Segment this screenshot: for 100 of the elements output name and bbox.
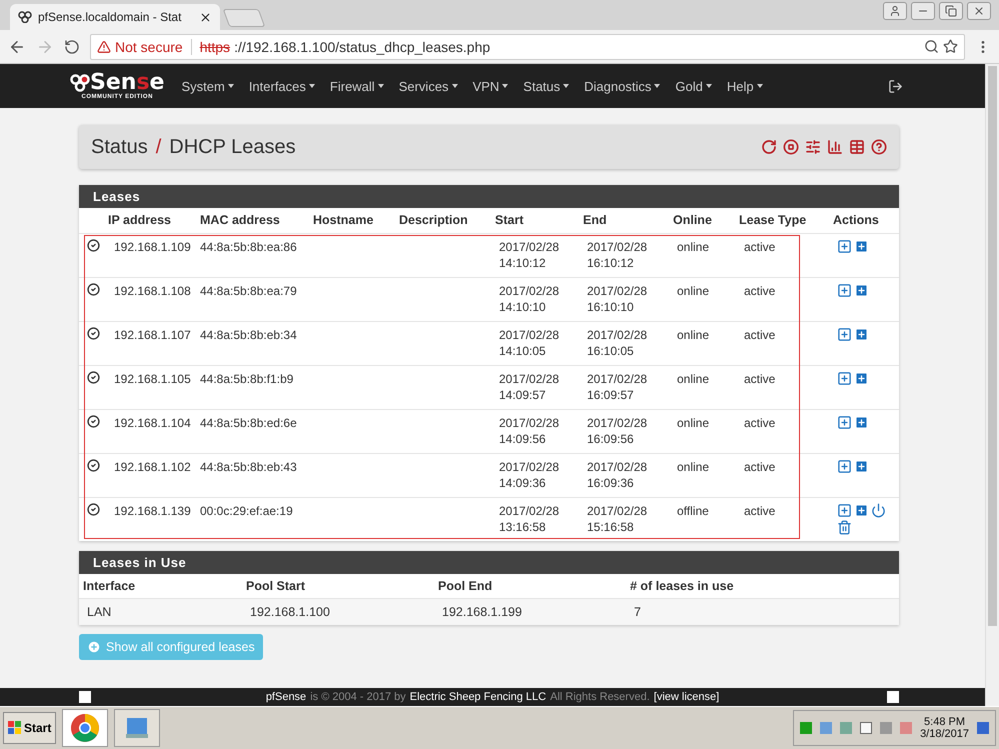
table-cell-text: 2017/02/28 16:09:57 <box>587 371 648 403</box>
table-cell: active <box>744 240 776 254</box>
table-cell: active <box>744 284 776 298</box>
plus-square-filled-icon[interactable] <box>854 239 869 254</box>
logo-icon <box>18 11 32 23</box>
sliders-icon[interactable] <box>805 139 821 155</box>
column-header: Interface <box>82 578 136 595</box>
column-header: End <box>583 212 608 229</box>
plus-square-filled-icon[interactable] <box>854 327 869 342</box>
table-icon[interactable] <box>849 139 865 155</box>
plus-square-icon[interactable] <box>837 503 852 518</box>
star-icon[interactable] <box>943 39 958 54</box>
power-icon[interactable] <box>871 503 886 518</box>
warning-icon <box>97 40 111 54</box>
table-cell: 44:8a:5b:8b:eb:43 <box>200 453 313 497</box>
table-cell: online <box>677 416 710 430</box>
plus-square-icon[interactable] <box>837 415 852 430</box>
close-icon[interactable] <box>199 10 212 24</box>
check-circle-icon <box>87 283 100 296</box>
plus-square-filled-icon[interactable] <box>854 503 869 518</box>
nav-menu-item[interactable]: Status <box>523 78 570 94</box>
url-text: ://192.168.1.100/status_dhcp_leases.php <box>234 38 492 54</box>
nav-menu-item[interactable]: System <box>181 78 234 94</box>
nav-menu-item[interactable]: Interfaces <box>248 78 315 94</box>
nav-menu-item[interactable]: Help <box>726 78 763 94</box>
table-cell: 192.168.1.139 <box>108 497 200 541</box>
table-cell: active <box>744 504 776 518</box>
table-cell: 00:0c:29:ef:ae:19 <box>200 497 313 541</box>
table-cell-text: 2017/02/28 14:10:12 <box>499 239 560 271</box>
table-cell: 7 <box>626 598 899 625</box>
nav-menu-item[interactable]: Firewall <box>330 78 384 94</box>
plus-square-filled-icon[interactable] <box>854 415 869 430</box>
column-header: Hostname <box>313 212 374 229</box>
logo-text: s <box>136 72 150 94</box>
plus-square-icon[interactable] <box>837 459 852 474</box>
table-cell: online <box>677 284 710 298</box>
tray-icon[interactable] <box>860 722 872 734</box>
nav-menu-item[interactable]: Gold <box>675 78 712 94</box>
bar-chart-icon[interactable] <box>827 139 843 155</box>
logout-icon[interactable] <box>888 78 903 94</box>
search-icon[interactable] <box>924 39 939 54</box>
column-header: Actions <box>833 212 880 229</box>
start-button[interactable]: Start <box>3 712 56 744</box>
column-header: # of leases in use <box>629 578 735 595</box>
company-link[interactable]: Electric Sheep Fencing LLC <box>410 691 546 703</box>
taskbar-app[interactable] <box>62 709 108 747</box>
close-button[interactable] <box>967 2 991 20</box>
browser-tab[interactable]: pfSense.localdomain - Stat <box>10 4 220 30</box>
reload-icon[interactable] <box>761 139 777 155</box>
column-header: MAC address <box>200 212 281 229</box>
table-cell: 44:8a:5b:8b:f1:b9 <box>200 365 313 409</box>
plus-square-icon[interactable] <box>837 371 852 386</box>
table-cell-text: 2017/02/28 16:10:05 <box>587 327 648 359</box>
table-cell: online <box>677 328 710 342</box>
plus-square-icon[interactable] <box>837 327 852 342</box>
table-cell: 192.168.1.100 <box>242 598 434 625</box>
url-scheme: https <box>200 38 230 54</box>
profile-button[interactable] <box>883 2 907 20</box>
table-cell: 192.168.1.104 <box>108 409 200 453</box>
nav-menu-item[interactable]: Diagnostics <box>584 78 660 94</box>
check-circle-icon <box>87 415 100 428</box>
column-header: Pool End <box>437 578 494 595</box>
plus-square-filled-icon[interactable] <box>854 459 869 474</box>
column-header: Online <box>673 212 713 229</box>
plus-square-icon[interactable] <box>837 283 852 298</box>
table-cell: 192.168.1.107 <box>108 321 200 365</box>
table-cell: LAN <box>79 598 242 625</box>
restore-button[interactable] <box>939 2 963 20</box>
table-cell: active <box>744 416 776 430</box>
column-header: Pool Start <box>245 578 306 595</box>
trash-icon[interactable] <box>837 520 852 535</box>
taskbar-app[interactable] <box>114 709 160 747</box>
reload-icon[interactable] <box>64 38 80 54</box>
plus-square-icon[interactable] <box>837 239 852 254</box>
scrollbar[interactable] <box>985 64 999 706</box>
table-cell: 192.168.1.108 <box>108 277 200 321</box>
address-bar[interactable]: Not secure https ://192.168.1.100/status_dhcp_leases.php <box>90 34 965 60</box>
table-cell-text: 2017/02/28 15:16:58 <box>587 503 648 535</box>
nav-menu-item[interactable]: VPN <box>472 78 508 94</box>
help-icon[interactable] <box>871 139 887 155</box>
page-title: DHCP Leases <box>169 136 296 158</box>
table-cell-text: 2017/02/28 13:16:58 <box>499 503 560 535</box>
check-circle-icon <box>87 327 100 340</box>
column-header: IP address <box>108 212 172 229</box>
plus-square-filled-icon[interactable] <box>854 371 869 386</box>
table-cell-text: 2017/02/28 16:10:12 <box>587 239 648 271</box>
table-cell-text: 2017/02/28 14:09:57 <box>499 371 560 403</box>
plus-square-filled-icon[interactable] <box>854 283 869 298</box>
stop-icon[interactable] <box>783 139 799 155</box>
clock[interactable]: 5:48 PM 3/18/2017 <box>920 716 969 740</box>
table-cell-text: 2017/02/28 14:09:36 <box>499 459 560 491</box>
nav-menu-item[interactable]: Services <box>398 78 458 94</box>
breadcrumb-parent[interactable]: Status <box>91 136 148 158</box>
license-link[interactable]: [view license] <box>654 691 720 703</box>
logo-text: Sen <box>90 72 136 94</box>
footer-text: is © 2004 - 2017 by <box>310 691 406 703</box>
check-circle-icon <box>87 503 100 516</box>
table-cell: 192.168.1.105 <box>108 365 200 409</box>
table-cell: 44:8a:5b:8b:ea:79 <box>200 277 313 321</box>
breadcrumb-separator: / <box>156 136 162 158</box>
